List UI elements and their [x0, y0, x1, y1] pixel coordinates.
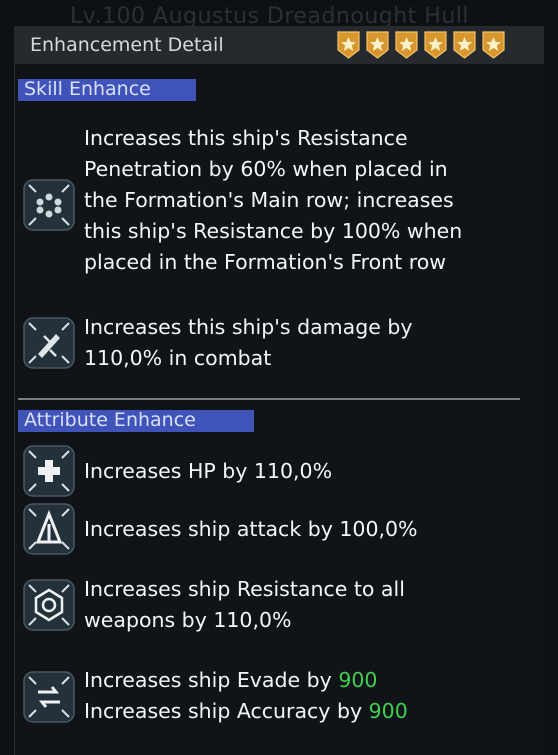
evade-label: Increases ship Evade by [84, 668, 332, 692]
section-label-attribute: Attribute Enhance [18, 409, 254, 432]
star-icon [481, 30, 506, 60]
evade-line: Increases ship Evade by 900 [84, 665, 408, 696]
description-line: Penetration by 60% when placed in [84, 157, 448, 181]
star-icon [452, 30, 477, 60]
module-grid-icon [20, 176, 78, 234]
missile-icon [20, 314, 78, 372]
star-icon [394, 30, 419, 60]
description-line: the Formation's Main row; increases [84, 188, 454, 212]
section-label-text: Skill Enhance [24, 78, 151, 100]
description-line: Increases this ship's Resistance [84, 126, 408, 150]
attribute-description-evade-accuracy: Increases ship Evade by 900 Increases sh… [84, 665, 408, 727]
section-label-text: Attribute Enhance [24, 409, 196, 431]
description-line: Increases this ship's damage by [84, 315, 413, 339]
panel-header: Enhancement Detail [14, 26, 544, 64]
star-icon [423, 30, 448, 60]
section-label-skill: Skill Enhance [18, 78, 196, 101]
accuracy-value: 900 [368, 699, 408, 723]
attack-arrow-icon [20, 500, 78, 558]
description-line: Increases ship attack by 100,0% [84, 517, 418, 541]
resistance-shield-icon [20, 576, 78, 634]
skill-description-1: Increases this ship's Resistance Penetra… [84, 123, 462, 278]
panel-title: Enhancement Detail [30, 34, 224, 56]
attribute-description-hp: Increases HP by 110,0% [84, 456, 332, 487]
evade-value: 900 [338, 668, 378, 692]
description-line: Increases HP by 110,0% [84, 459, 333, 483]
hp-cross-icon [20, 442, 78, 500]
description-line: placed in the Formation's Front row [84, 250, 447, 274]
description-line: this ship's Resistance by 100% when [84, 219, 463, 243]
description-line: 110,0% in combat [84, 346, 272, 370]
attribute-description-attack: Increases ship attack by 100,0% [84, 514, 418, 545]
star-rating [336, 30, 506, 60]
section-divider [18, 398, 520, 400]
attribute-description-resistance: Increases ship Resistance to all weapons… [84, 574, 405, 636]
accuracy-label: Increases ship Accuracy by [84, 699, 363, 723]
star-icon [336, 30, 361, 60]
skill-description-2: Increases this ship's damage by 110,0% i… [84, 312, 412, 374]
evade-accuracy-icon [20, 668, 78, 726]
star-icon [365, 30, 390, 60]
description-line: weapons by 110,0% [84, 608, 292, 632]
description-line: Increases ship Resistance to all [84, 577, 405, 601]
accuracy-line: Increases ship Accuracy by 900 [84, 696, 408, 727]
